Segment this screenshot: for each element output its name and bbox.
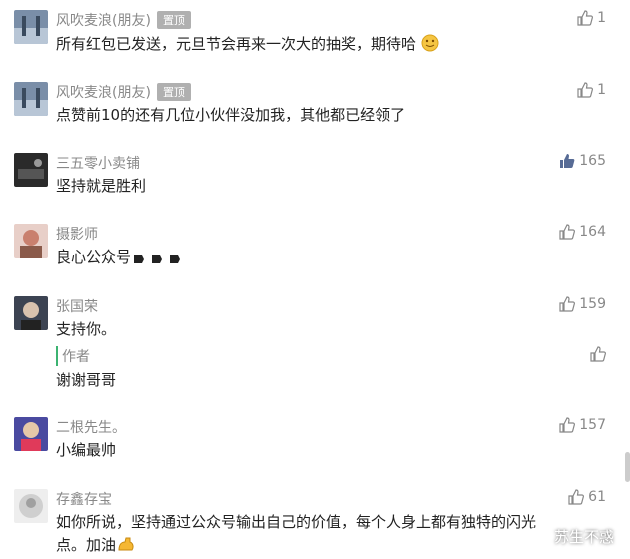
like-count: 164 xyxy=(579,224,606,240)
pinned-badge: 置顶 xyxy=(156,83,191,101)
avatar[interactable] xyxy=(14,153,48,187)
like-count: 159 xyxy=(579,296,606,312)
comment-text: 坚持就是胜利 xyxy=(56,177,147,195)
avatar[interactable] xyxy=(14,296,48,330)
author-reply-text: 谢谢哥哥 xyxy=(56,371,117,389)
like-count: 1 xyxy=(597,10,606,26)
avatar[interactable] xyxy=(14,224,48,258)
comment-author[interactable]: 二根先生。 xyxy=(56,417,126,437)
like-count: 61 xyxy=(588,489,606,505)
avatar[interactable] xyxy=(14,82,48,116)
like-button[interactable]: 159 xyxy=(559,296,606,312)
thumb-up-icon xyxy=(559,417,576,433)
comment-author[interactable]: 风吹麦浪(朋友) 置顶 xyxy=(56,10,191,30)
pointing-hands-emoji-icon xyxy=(131,249,185,269)
like-button[interactable]: 157 xyxy=(559,417,606,433)
thumb-up-icon xyxy=(559,296,576,312)
avatar[interactable] xyxy=(14,10,48,44)
comment-text: 点赞前10的还有几位小伙伴没加我，其他都已经领了 xyxy=(56,106,406,124)
flexed-biceps-emoji-icon xyxy=(116,535,136,557)
like-button[interactable]: 61 xyxy=(568,489,606,505)
thumb-up-icon xyxy=(559,224,576,240)
wechat-logo-icon xyxy=(526,527,548,546)
watermark: 苏生不惑 xyxy=(526,526,614,547)
like-button[interactable]: 1 xyxy=(577,10,606,26)
like-button[interactable]: 164 xyxy=(559,224,606,240)
thumb-up-filled-icon xyxy=(560,154,575,168)
like-button[interactable]: 1 xyxy=(577,82,606,98)
comment-text: 小编最帅 xyxy=(56,441,117,459)
comment-text: 所有红包已发送，元旦节会再来一次大的抽奖，期待哈 xyxy=(56,33,439,56)
like-count: 165 xyxy=(579,153,606,169)
comment-author[interactable]: 三五零小卖铺 xyxy=(56,153,140,173)
like-count: 157 xyxy=(579,417,606,433)
comment-text-line-1: 如你所说，坚持通过公众号输出自己的价值，每个人身上都有独特的闪光 xyxy=(56,513,537,531)
author-reply-label: 作者 xyxy=(56,346,90,366)
blush-emoji-icon xyxy=(421,34,439,56)
thumb-up-icon xyxy=(577,82,594,98)
scrollbar-thumb[interactable] xyxy=(625,452,630,482)
avatar[interactable] xyxy=(14,417,48,451)
reply-like-button[interactable] xyxy=(590,346,606,362)
thumb-up-icon xyxy=(577,10,594,26)
thumb-up-icon xyxy=(590,346,606,362)
like-count: 1 xyxy=(597,82,606,98)
pinned-badge: 置顶 xyxy=(156,11,191,29)
comment-text: 支持你。 xyxy=(56,320,117,338)
comment-text-line-2: 点。加油 xyxy=(56,534,136,557)
comment-author[interactable]: 张国荣 xyxy=(56,296,98,316)
comment-author[interactable]: 存鑫存宝 xyxy=(56,489,112,509)
avatar[interactable] xyxy=(14,489,48,523)
thumb-up-icon xyxy=(568,489,585,505)
comment-text: 良心公众号 xyxy=(56,246,185,269)
comment-author[interactable]: 摄影师 xyxy=(56,224,98,244)
like-button[interactable]: 165 xyxy=(559,153,606,169)
comment-author[interactable]: 风吹麦浪(朋友) 置顶 xyxy=(56,82,191,102)
